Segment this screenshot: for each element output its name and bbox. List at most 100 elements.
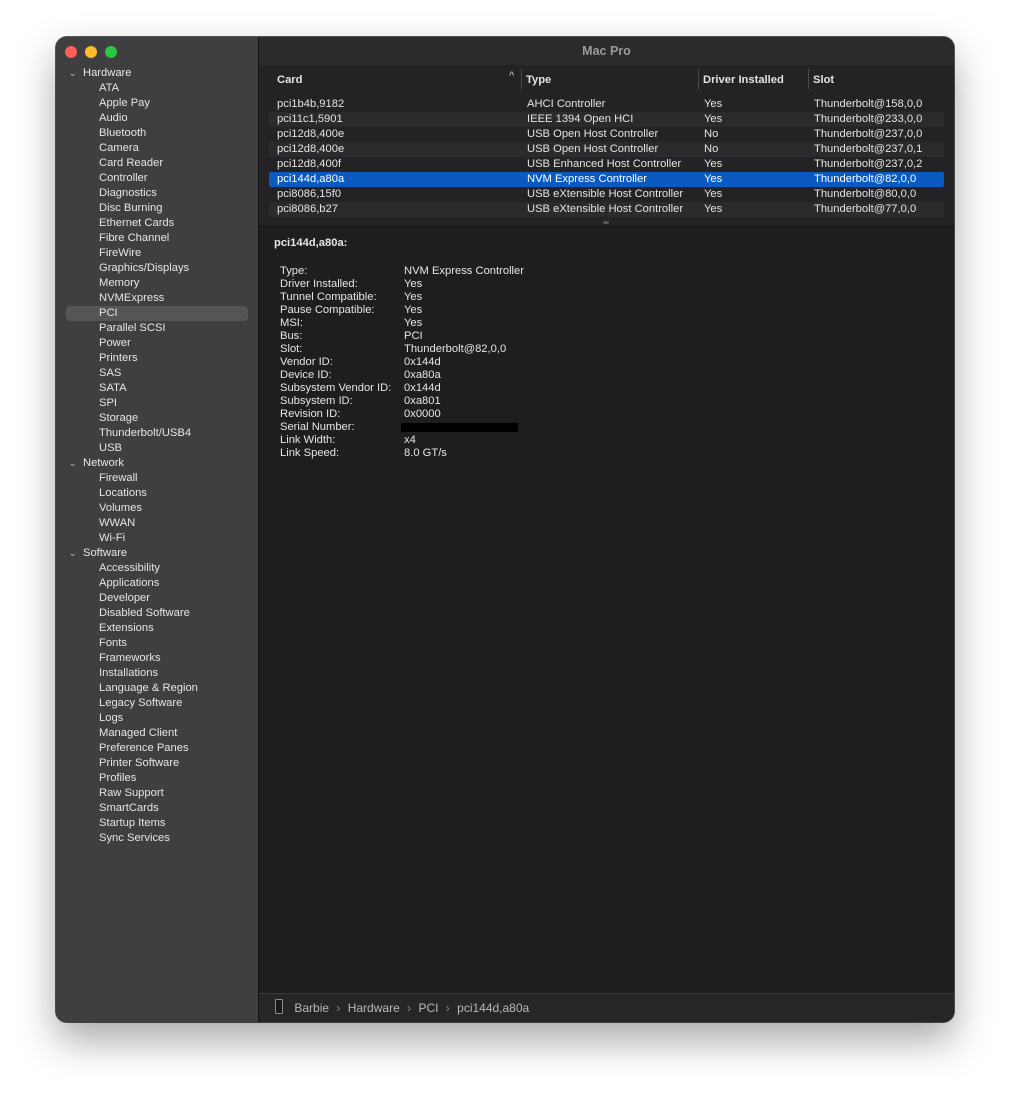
sidebar-item[interactable]: Bluetooth: [56, 126, 258, 141]
minimize-button[interactable]: [85, 46, 97, 58]
sidebar-item[interactable]: Fibre Channel: [56, 231, 258, 246]
sidebar-item[interactable]: SATA: [56, 381, 258, 396]
sidebar-item[interactable]: Disabled Software: [56, 606, 258, 621]
breadcrumb-computer[interactable]: Barbie: [294, 1001, 329, 1015]
sidebar-item-label: Printer Software: [99, 757, 180, 769]
breadcrumb-category[interactable]: PCI: [418, 1001, 438, 1015]
sidebar-item-label: PCI: [99, 307, 118, 319]
sidebar-item-label: SmartCards: [99, 802, 159, 814]
column-header-driver-installed[interactable]: Driver Installed: [698, 69, 784, 89]
sidebar-item[interactable]: Applications: [56, 576, 258, 591]
sidebar-item[interactable]: Developer: [56, 591, 258, 606]
sidebar-group-network[interactable]: ⌄ Network: [56, 456, 258, 471]
sidebar-item[interactable]: Audio: [56, 111, 258, 126]
sidebar-item[interactable]: Ethernet Cards: [56, 216, 258, 231]
sidebar-item[interactable]: Raw Support: [56, 786, 258, 801]
sidebar-item[interactable]: Preference Panes: [56, 741, 258, 756]
table-row[interactable]: pci144d,a80a NVM Express Controller Yes Thu…: [269, 172, 944, 187]
table-row[interactable]: pci1b4b,9182 AHCI Controller Yes Thunderbol…: [269, 97, 944, 112]
table-row[interactable]: pci12d8,400e USB Open Host Controller No Th…: [269, 142, 944, 157]
table-row[interactable]: pci11c1,5901 IEEE 1394 Open HCI Yes Thunder…: [269, 112, 944, 127]
sidebar-item[interactable]: PCI: [56, 306, 258, 321]
property-value: 0x144d: [404, 382, 441, 394]
sidebar-item[interactable]: ATA: [56, 81, 258, 96]
cell-driver: No: [704, 143, 719, 155]
sidebar-item[interactable]: WWAN: [56, 516, 258, 531]
sidebar-item[interactable]: Extensions: [56, 621, 258, 636]
sidebar-item[interactable]: NVMExpress: [56, 291, 258, 306]
sort-ascending-icon: ^: [509, 70, 515, 80]
sidebar-item[interactable]: Frameworks: [56, 651, 258, 666]
column-header-type[interactable]: Type: [521, 69, 551, 89]
sidebar-item-label: Installations: [99, 667, 159, 679]
sidebar-item[interactable]: USB: [56, 441, 258, 456]
main-content: Mac Pro Card ^ Type Driver Installed Slo…: [259, 37, 954, 1022]
disclosure-chevron-icon[interactable]: ⌄: [68, 66, 80, 81]
sidebar-item[interactable]: Diagnostics: [56, 186, 258, 201]
sidebar-item[interactable]: Firewall: [56, 471, 258, 486]
sidebar-item-label: Volumes: [99, 502, 142, 514]
property-key: MSI:: [280, 317, 303, 329]
table-row[interactable]: pci12d8,400f USB Enhanced Host Controller…: [269, 157, 944, 172]
sidebar-item[interactable]: Parallel SCSI: [56, 321, 258, 336]
sidebar-item-label: Startup Items: [99, 817, 166, 829]
sidebar-item[interactable]: Controller: [56, 171, 258, 186]
sidebar-item[interactable]: Apple Pay: [56, 96, 258, 111]
sidebar-item[interactable]: Language & Region: [56, 681, 258, 696]
property-key: Subsystem ID:: [280, 395, 353, 407]
zoom-button[interactable]: [105, 46, 117, 58]
sidebar-item[interactable]: Fonts: [56, 636, 258, 651]
sidebar-item[interactable]: Camera: [56, 141, 258, 156]
sidebar-item[interactable]: Printer Software: [56, 756, 258, 771]
sidebar-item[interactable]: Volumes: [56, 501, 258, 516]
sidebar-item[interactable]: Disc Burning: [56, 201, 258, 216]
sidebar-item-label: FireWire: [99, 247, 142, 259]
sidebar-item[interactable]: Startup Items: [56, 816, 258, 831]
sidebar-item[interactable]: Profiles: [56, 771, 258, 786]
sidebar-item[interactable]: Locations: [56, 486, 258, 501]
disclosure-chevron-icon[interactable]: ⌄: [68, 456, 80, 471]
disclosure-chevron-icon[interactable]: ⌄: [68, 546, 80, 561]
sidebar-group-software[interactable]: ⌄ Software: [56, 546, 258, 561]
property-row: Serial Number:: [274, 421, 518, 434]
sidebar-item[interactable]: Printers: [56, 351, 258, 366]
sidebar-item[interactable]: Sync Services: [56, 831, 258, 846]
sidebar-group-hardware[interactable]: ⌄ Hardware: [56, 66, 258, 81]
sidebar-item[interactable]: Accessibility: [56, 561, 258, 576]
sidebar-item[interactable]: Installations: [56, 666, 258, 681]
sidebar-item[interactable]: Legacy Software: [56, 696, 258, 711]
sidebar-item[interactable]: Memory: [56, 276, 258, 291]
property-value: Yes: [404, 317, 423, 329]
sidebar-item[interactable]: Graphics/Displays: [56, 261, 258, 276]
sidebar-item[interactable]: FireWire: [56, 246, 258, 261]
sidebar-item[interactable]: Card Reader: [56, 156, 258, 171]
property-value: 0xa80a: [404, 369, 441, 381]
column-header-card[interactable]: Card: [277, 69, 303, 89]
property-key: Driver Installed:: [280, 278, 358, 290]
sidebar-item[interactable]: Logs: [56, 711, 258, 726]
table-row[interactable]: pci12d8,400e USB Open Host Controller No Th…: [269, 127, 944, 142]
breadcrumb-section[interactable]: Hardware: [348, 1001, 400, 1015]
table-row[interactable]: pci8086,15f0 USB eXtensible Host Controll…: [269, 187, 944, 202]
table-row[interactable]: pci8086,b27 USB eXtensible Host Controlle…: [269, 202, 944, 217]
property-key: Serial Number:: [280, 421, 355, 433]
table-header: Card ^ Type Driver Installed Slot: [269, 69, 944, 89]
sidebar-item[interactable]: Managed Client: [56, 726, 258, 741]
cell-slot: Thunderbolt@80,0,0: [814, 188, 917, 200]
sidebar-item[interactable]: SPI: [56, 396, 258, 411]
sidebar-item[interactable]: Power: [56, 336, 258, 351]
property-row: Link Width: x4: [274, 434, 416, 447]
sidebar-item-label: Graphics/Displays: [99, 262, 190, 274]
column-header-slot[interactable]: Slot: [808, 69, 834, 89]
close-button[interactable]: [65, 46, 77, 58]
sidebar-item[interactable]: Thunderbolt/USB4: [56, 426, 258, 441]
cell-slot: Thunderbolt@77,0,0: [814, 203, 917, 215]
breadcrumb-device[interactable]: pci144d,a80a: [457, 1001, 529, 1015]
property-value: Yes: [404, 291, 423, 303]
sidebar-item[interactable]: SmartCards: [56, 801, 258, 816]
cell-slot: Thunderbolt@233,0,0: [814, 113, 923, 125]
sidebar-item[interactable]: SAS: [56, 366, 258, 381]
pane-splitter-handle[interactable]: [603, 221, 609, 224]
sidebar-item[interactable]: Storage: [56, 411, 258, 426]
sidebar-item[interactable]: Wi-Fi: [56, 531, 258, 546]
